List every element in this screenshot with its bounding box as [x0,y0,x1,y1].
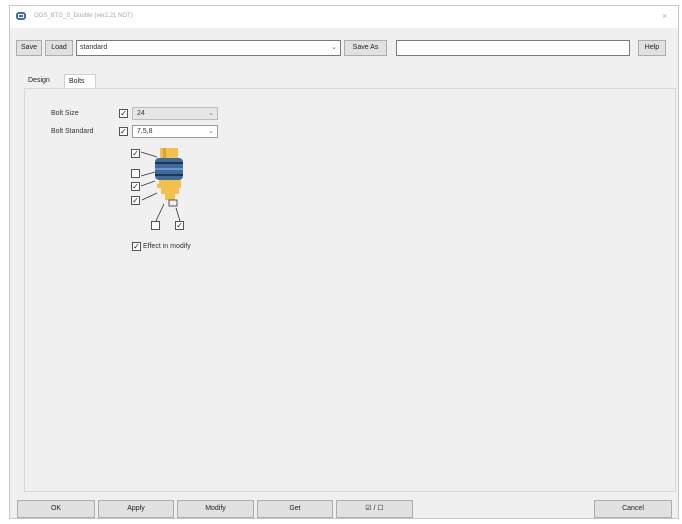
preset-select[interactable]: standard ⌄ [76,40,341,56]
save-button[interactable]: Save [16,40,42,56]
load-button[interactable]: Load [45,40,73,56]
bolt-standard-checkbox[interactable]: ✓ [119,127,128,136]
effect-in-modify-checkbox[interactable]: ✓ [132,242,141,251]
chevron-down-icon: ⌄ [331,44,337,51]
close-icon[interactable]: × [662,11,667,21]
apply-button[interactable]: Apply [98,500,174,518]
save-as-button[interactable]: Save As [344,40,387,56]
title-bar: OOS_BTG_S_Double (ver2.21 NOT) × [10,6,678,28]
help-button[interactable]: Help [638,40,666,56]
preset-select-value: standard [80,44,108,51]
ok-button[interactable]: OK [17,500,95,518]
tab-bolts[interactable]: Bolts [64,74,96,88]
get-button[interactable]: Get [257,500,333,518]
bolt-size-select[interactable]: 24 ⌄ [132,107,218,120]
bolts-tab-panel: Bolt Size ✓ 24 ⌄ Bolt Standard ✓ 7,5,8 ⌄… [24,88,676,492]
bolt-size-label: Bolt Size [51,110,79,117]
chevron-down-icon: ⌄ [208,110,214,117]
cancel-button[interactable]: Cancel [594,500,672,518]
toggle-checkboxes-button[interactable]: ☑ / ☐ [336,500,413,518]
bolt-size-value: 24 [137,110,145,117]
tab-design[interactable]: Design [24,74,62,88]
save-as-name-input[interactable] [396,40,630,56]
bolt-standard-select[interactable]: 7,5,8 ⌄ [132,125,218,138]
effect-in-modify-label: Effect in modify [143,243,191,250]
bolt-standard-value: 7,5,8 [137,128,153,135]
bolt-standard-label: Bolt Standard [51,128,94,135]
chevron-down-icon: ⌄ [208,128,214,135]
bolt-size-checkbox[interactable]: ✓ [119,109,128,118]
bolt-diagram-icon [140,148,183,222]
app-icon [16,12,26,20]
modify-button[interactable]: Modify [177,500,254,518]
window-title: OOS_BTG_S_Double (ver2.21 NOT) [34,13,133,19]
dialog-window: OOS_BTG_S_Double (ver2.21 NOT) × Save Lo… [9,5,679,519]
